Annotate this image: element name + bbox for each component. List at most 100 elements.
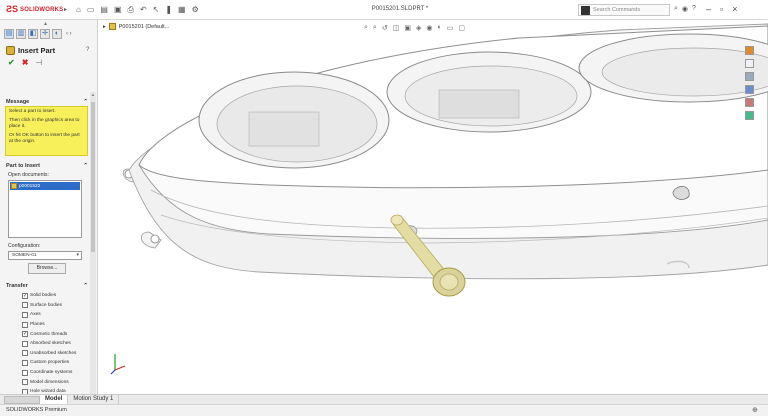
graphics-area[interactable]: ▸ P0015201 (Default... ⌕ ⌕ ↺ ◫ ▣ ◈ ◉ ◐ ▭… bbox=[99, 20, 768, 394]
checkbox[interactable] bbox=[22, 369, 28, 376]
file-properties-icon[interactable]: ▦ bbox=[178, 5, 186, 14]
browse-button[interactable]: Browse... bbox=[28, 263, 66, 274]
checkbox[interactable] bbox=[22, 350, 28, 357]
checkbox[interactable] bbox=[22, 311, 28, 318]
transfer-option[interactable]: Surface bodies bbox=[22, 301, 90, 311]
help-icon[interactable]: ? bbox=[86, 47, 89, 53]
view-orientation-icon[interactable]: ▣ bbox=[404, 24, 411, 32]
scroll-up-icon[interactable]: ▲ bbox=[90, 92, 96, 97]
checkbox-label: Axes bbox=[30, 312, 41, 318]
checkbox[interactable]: ✓ bbox=[22, 331, 28, 338]
ds-logo-icon: ƧS bbox=[6, 4, 19, 14]
pin-icon[interactable]: ⊣ bbox=[35, 58, 42, 67]
scrollbar-thumb[interactable] bbox=[91, 102, 95, 252]
rebuild-icon[interactable]: ❚ bbox=[165, 5, 172, 14]
transfer-section-header[interactable]: Transfer ⌃ bbox=[6, 283, 88, 289]
solidworks-resources-icon[interactable] bbox=[745, 46, 754, 55]
checkbox[interactable] bbox=[22, 379, 28, 386]
transfer-option[interactable]: Absorbed sketches bbox=[22, 339, 90, 349]
appearance-icon[interactable]: ◐ bbox=[437, 24, 441, 32]
tab-motion-study-1[interactable]: Motion Study 1 bbox=[68, 395, 120, 404]
checkbox-label: Planes bbox=[30, 322, 45, 328]
menu-expand-icon[interactable]: ▸ bbox=[64, 6, 67, 13]
tab-property-manager[interactable]: ▥ bbox=[16, 29, 26, 39]
zoom-to-fit-icon[interactable]: ⌕ bbox=[364, 24, 368, 32]
checkbox[interactable] bbox=[22, 359, 28, 366]
transfer-option[interactable]: Model dimensions bbox=[22, 377, 90, 387]
transfer-option[interactable]: Unabsorbed sketches bbox=[22, 349, 90, 359]
feature-tree-flyout[interactable]: ▸ P0015201 (Default... bbox=[103, 23, 169, 30]
home-icon[interactable]: ⌂ bbox=[76, 5, 81, 14]
undo-icon[interactable]: ↶ bbox=[140, 5, 147, 14]
file-explorer-icon[interactable] bbox=[745, 72, 754, 81]
tab-display-manager[interactable]: ◐ bbox=[52, 29, 62, 39]
triad-icon bbox=[110, 354, 126, 375]
search-commands-box[interactable]: Search Commands bbox=[578, 4, 670, 16]
message-section-header[interactable]: Message ⌃ bbox=[6, 99, 88, 105]
message-line: Select a part to insert. bbox=[9, 109, 56, 114]
new-document-icon[interactable]: ▭ bbox=[87, 5, 95, 14]
solidworks-logo[interactable]: ƧS SOLIDWORKS bbox=[6, 5, 63, 14]
configuration-select[interactable]: SOMEN-01 ▾ bbox=[8, 251, 82, 260]
tab-navigation-arrows[interactable] bbox=[4, 395, 40, 404]
open-icon[interactable]: ▤ bbox=[100, 5, 108, 14]
list-item[interactable]: p0001522 bbox=[10, 182, 80, 190]
section-view-icon[interactable]: ◫ bbox=[393, 24, 400, 32]
checkbox[interactable] bbox=[22, 340, 28, 347]
transfer-option[interactable]: ✓ Cosmetic threads bbox=[22, 329, 90, 339]
bottom-tab-bar: Model Motion Study 1 bbox=[0, 394, 768, 404]
search-icon[interactable]: ⌕ bbox=[674, 5, 678, 13]
checkbox[interactable]: ✓ bbox=[22, 292, 28, 299]
document-title: P0015201.SLDPRT * bbox=[371, 6, 429, 12]
previous-view-icon[interactable]: ↺ bbox=[382, 24, 388, 32]
zoom-to-area-icon[interactable]: ⌕ bbox=[373, 24, 377, 32]
tab-dimxpert-manager[interactable]: ✛ bbox=[40, 29, 50, 39]
transfer-option[interactable]: Custom properties bbox=[22, 358, 90, 368]
configuration-label: Configuration: bbox=[8, 243, 41, 249]
checkbox[interactable] bbox=[22, 302, 28, 309]
heads-up-view-toolbar: ⌕ ⌕ ↺ ◫ ▣ ◈ ◉ ◐ ▭ ▢ bbox=[364, 24, 465, 32]
view-palette-icon[interactable] bbox=[745, 85, 754, 94]
panel-scrollbar[interactable]: ▲ ▼ bbox=[90, 92, 96, 410]
status-help-icon[interactable]: ⊕ bbox=[752, 406, 758, 414]
view-settings-icon[interactable]: ▢ bbox=[458, 24, 465, 32]
scene-icon[interactable]: ▭ bbox=[447, 24, 454, 32]
tab-model[interactable]: Model bbox=[40, 395, 69, 404]
open-documents-list[interactable]: p0001522 bbox=[8, 180, 82, 238]
cancel-icon[interactable]: ✖ bbox=[22, 58, 29, 67]
transfer-option[interactable]: ✓ Solid bodies bbox=[22, 291, 90, 301]
options-gear-icon[interactable]: ⚙ bbox=[192, 5, 199, 14]
tab-scroll-arrows-icon[interactable]: ‹ › bbox=[66, 29, 72, 40]
part-document-icon bbox=[108, 23, 116, 30]
panel-collapse-icon[interactable]: ▴ bbox=[44, 20, 47, 27]
tab-feature-manager[interactable]: ▤ bbox=[4, 29, 14, 39]
select-icon[interactable]: ↖ bbox=[153, 5, 160, 14]
save-icon[interactable]: ▣ bbox=[114, 5, 122, 14]
hide-show-icon[interactable]: ◉ bbox=[426, 24, 432, 32]
expand-arrow-icon: ▸ bbox=[103, 23, 106, 30]
custom-properties-icon[interactable] bbox=[745, 111, 754, 120]
status-bar: SOLIDWORKS Premium ⊕ bbox=[0, 404, 768, 416]
display-style-icon[interactable]: ◈ bbox=[416, 24, 421, 32]
restore-button[interactable]: ▫ bbox=[720, 4, 723, 14]
help-circle-icon[interactable]: ? bbox=[692, 5, 696, 13]
transfer-option[interactable]: Coordinate systems bbox=[22, 368, 90, 378]
print-icon[interactable]: ⎙ bbox=[128, 5, 134, 14]
design-library-icon[interactable] bbox=[745, 59, 754, 68]
transfer-option[interactable]: Axes bbox=[22, 310, 90, 320]
ok-icon[interactable]: ✔ bbox=[8, 58, 15, 67]
collapse-chevron-icon: ⌃ bbox=[83, 283, 88, 289]
property-manager-title: Insert Part bbox=[18, 46, 56, 55]
transfer-option[interactable]: Planes bbox=[22, 320, 90, 330]
message-box: Select a part to insert. Then click in t… bbox=[5, 106, 88, 156]
message-line: Or hit OK button to insert the part at t… bbox=[9, 133, 80, 144]
minimize-button[interactable]: – bbox=[706, 4, 711, 14]
close-button[interactable]: × bbox=[732, 4, 737, 14]
part-model-graphic[interactable] bbox=[99, 20, 768, 394]
tab-configuration-manager[interactable]: ◧ bbox=[28, 29, 38, 39]
checkbox[interactable] bbox=[22, 321, 28, 328]
part-to-insert-header[interactable]: Part to Insert ⌃ bbox=[6, 163, 88, 169]
user-icon[interactable]: ◉ bbox=[682, 5, 688, 13]
property-manager-actions: ✔ ✖ ⊣ bbox=[8, 58, 42, 67]
appearances-icon[interactable] bbox=[745, 98, 754, 107]
